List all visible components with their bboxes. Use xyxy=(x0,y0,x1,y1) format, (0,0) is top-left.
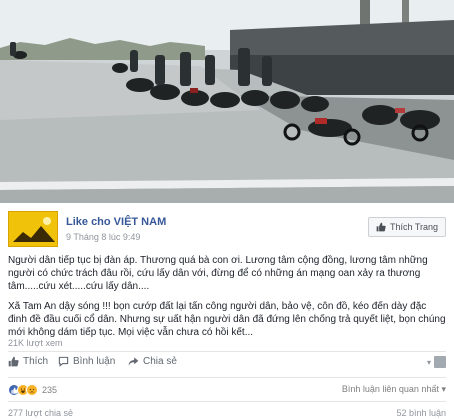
like-page-button[interactable]: Thích Trang xyxy=(367,217,446,237)
thumbs-up-icon xyxy=(8,356,19,367)
post-body: Người dân tiếp tục bị đàn áp. Thương quá… xyxy=(8,254,446,346)
divider xyxy=(8,401,446,402)
share-arrow-icon xyxy=(128,357,139,366)
chevron-down-icon[interactable]: ▾ xyxy=(427,358,431,367)
view-count: 21K lượt xem xyxy=(8,338,63,348)
post-paragraph: Xã Tam An dậy sóng !!! bọn cướp đất lại … xyxy=(8,301,446,338)
like-page-label: Thích Trang xyxy=(389,222,438,232)
post-header: Like cho VIỆT NAM 9 Tháng 8 lúc 9:49 Thí… xyxy=(8,211,446,247)
page-logo xyxy=(9,212,57,246)
reaction-summary[interactable]: 235 xyxy=(8,383,57,397)
action-bar: Thích Bình luận Chia sẻ ▾ xyxy=(8,356,446,374)
like-button[interactable]: Thích xyxy=(8,356,48,367)
speech-bubble-icon xyxy=(58,356,69,367)
thumbs-up-icon xyxy=(376,222,386,232)
post-timestamp[interactable]: 9 Tháng 8 lúc 9:49 xyxy=(66,232,140,242)
video-frame-image xyxy=(0,0,454,203)
post-paragraph: Người dân tiếp tục bị đàn áp. Thương quá… xyxy=(8,255,428,292)
reaction-count: 235 xyxy=(42,385,58,395)
page-name-link[interactable]: Like cho VIỆT NAM xyxy=(66,216,166,228)
divider xyxy=(8,351,446,352)
comment-sort-dropdown[interactable]: Bình luận liên quan nhất ▾ xyxy=(342,384,446,395)
page-avatar[interactable] xyxy=(8,211,58,247)
sad-reaction-icon xyxy=(26,384,38,396)
post-card: Like cho VIỆT NAM 9 Tháng 8 lúc 9:49 Thí… xyxy=(0,203,454,419)
comment-button[interactable]: Bình luận xyxy=(58,356,115,367)
like-label: Thích xyxy=(23,356,49,367)
share-count[interactable]: 277 lượt chia sẻ xyxy=(8,408,73,418)
chevron-down-icon: ▾ xyxy=(441,384,446,394)
comment-count[interactable]: 52 bình luận xyxy=(396,408,446,418)
share-label: Chia sẻ xyxy=(143,356,177,367)
comment-label: Bình luận xyxy=(73,356,116,367)
share-button[interactable]: Chia sẻ xyxy=(128,356,177,367)
comment-sort-label: Bình luận liên quan nhất xyxy=(341,384,439,394)
video-player[interactable] xyxy=(0,0,454,203)
viewer-avatar[interactable] xyxy=(434,356,446,368)
divider xyxy=(8,377,446,378)
